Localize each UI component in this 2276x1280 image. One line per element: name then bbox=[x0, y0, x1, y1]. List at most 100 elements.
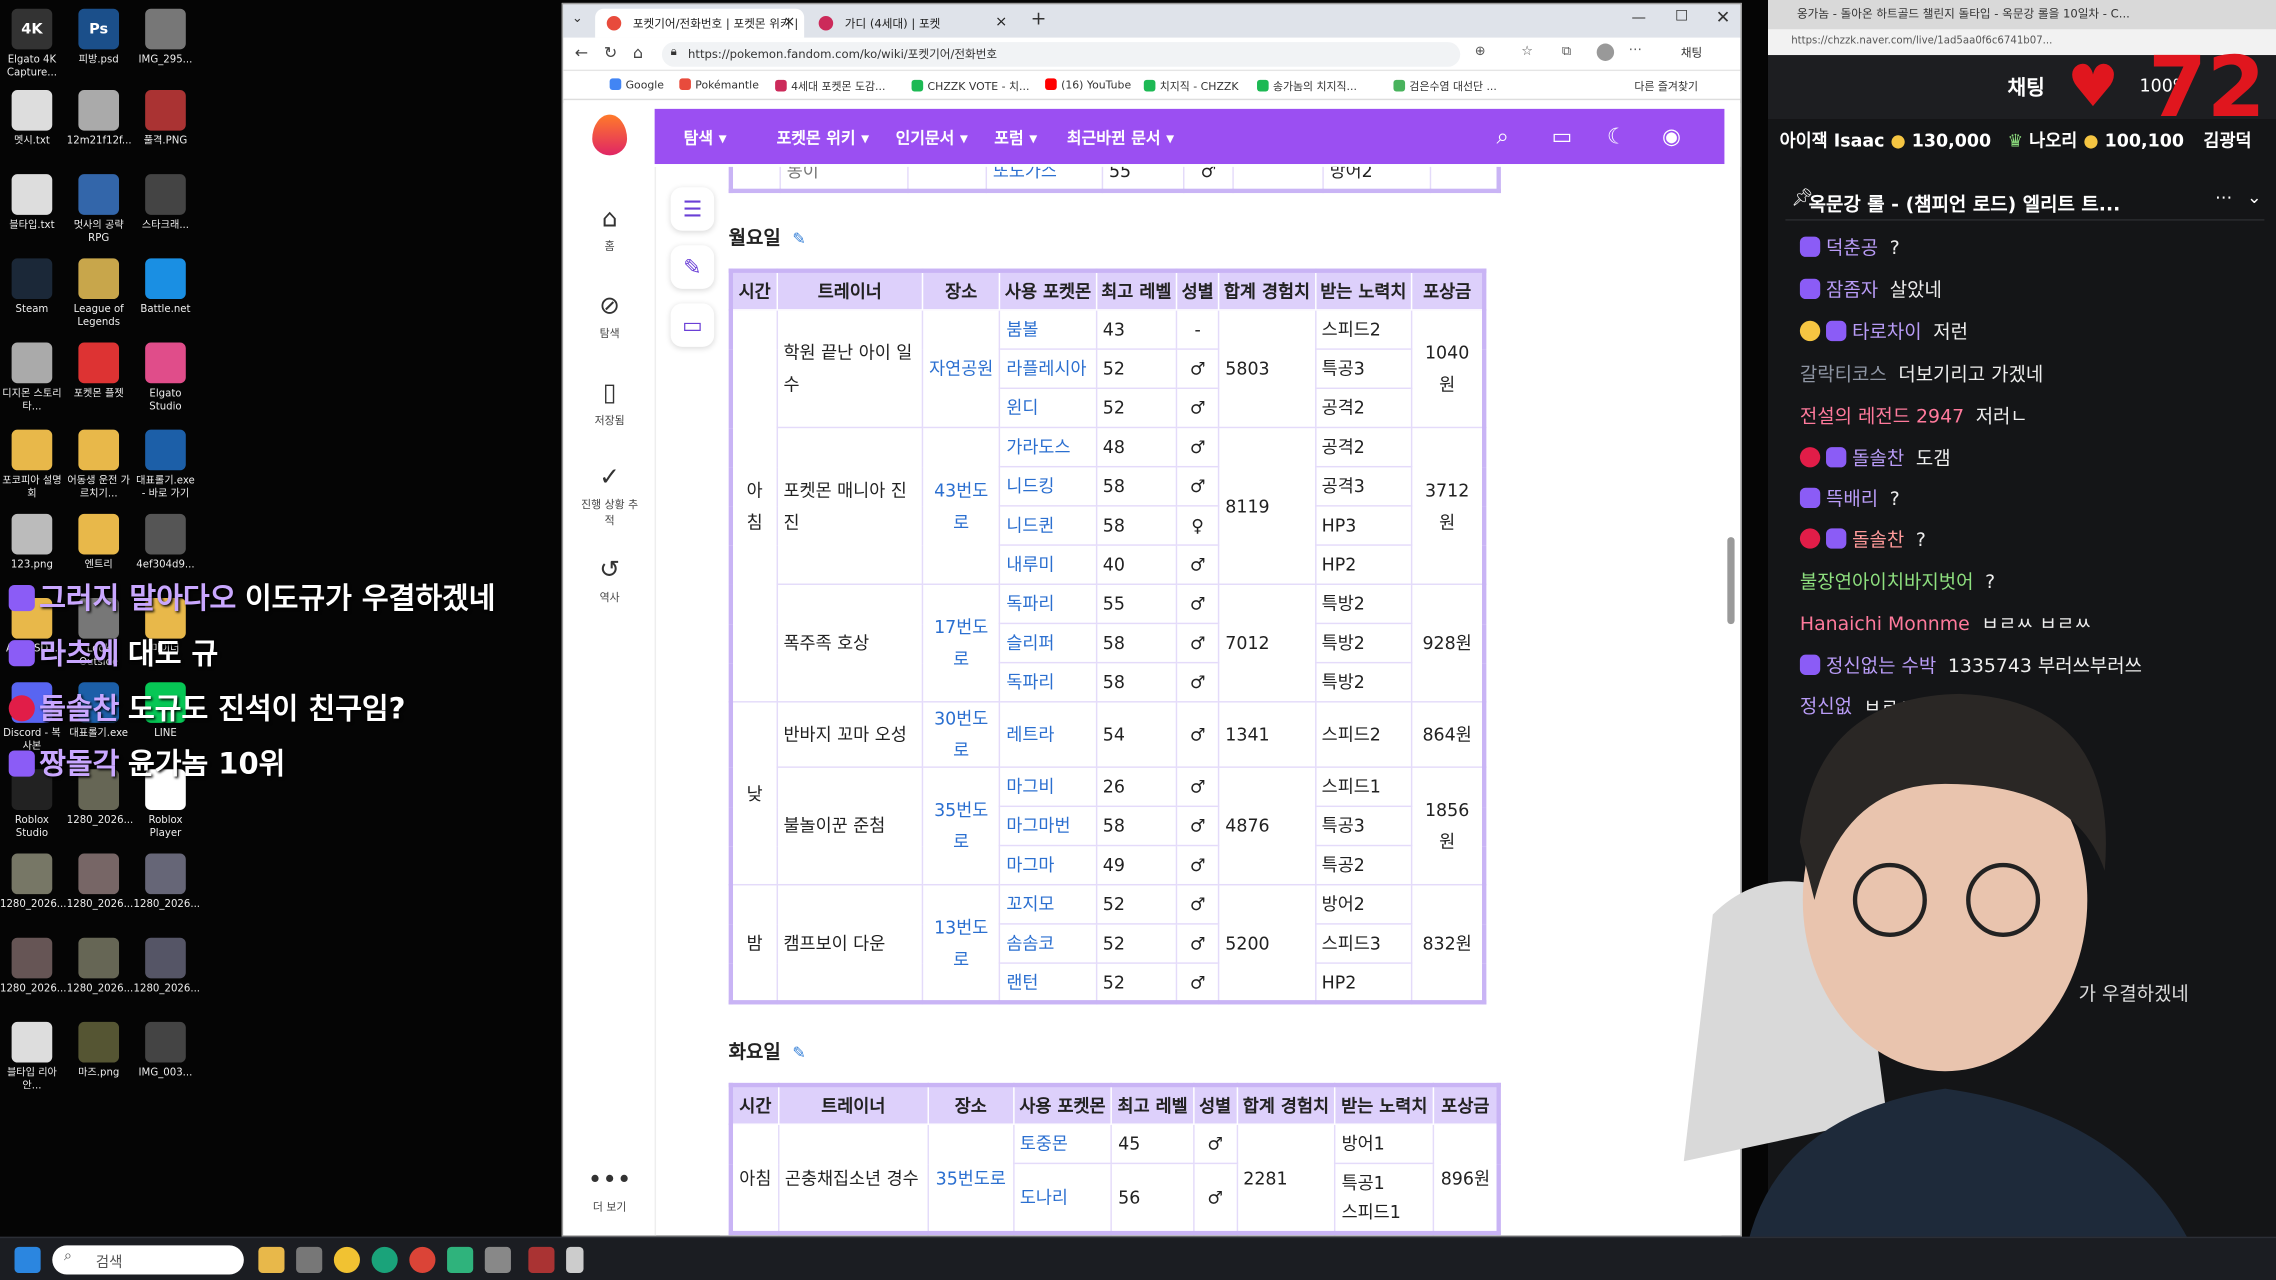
pokemon-link[interactable]: 도나리 bbox=[1012, 1162, 1113, 1234]
tab-pokewiki[interactable]: 포켓기어/전화번호 | 포켓몬 위키 | × bbox=[595, 8, 805, 38]
pokemon-link[interactable]: 레트라 bbox=[999, 701, 1097, 768]
place-link[interactable]: 17번도로 bbox=[921, 583, 1001, 703]
desktop-icon[interactable]: 1280_2026... bbox=[134, 937, 200, 996]
app-icon[interactable] bbox=[447, 1246, 474, 1273]
desktop-icon[interactable]: League of Legends bbox=[67, 258, 131, 329]
desktop-icon[interactable]: 스타크래... bbox=[134, 174, 198, 232]
desktop-icon[interactable]: IMG_295... bbox=[134, 8, 198, 67]
desktop-icon[interactable]: 블타입.txt bbox=[0, 174, 64, 232]
desktop-icon[interactable]: 대표롤기.exe - 바로 가기 bbox=[134, 429, 198, 501]
bookmark-item[interactable]: 송가놈의 치지직... bbox=[1257, 78, 1357, 94]
place-link[interactable]: 30번도로 bbox=[921, 701, 1001, 768]
pokemon-link[interactable]: 마그비 bbox=[999, 766, 1097, 808]
desktop-icon[interactable]: Battle.net bbox=[134, 258, 198, 316]
desktop-icon[interactable]: 마즈.png bbox=[67, 1021, 131, 1080]
desktop-icon[interactable]: 디지몬 스토리 타... bbox=[0, 342, 64, 414]
rail-more[interactable]: ••• 더 보기 bbox=[563, 1166, 656, 1215]
chat-nick[interactable]: 잠좀자 bbox=[1826, 280, 1878, 302]
desktop-icon[interactable]: 1280_2026... bbox=[67, 937, 133, 996]
more-icon[interactable]: ⋯ bbox=[1629, 44, 1642, 59]
pokemon-link[interactable]: 독파리 bbox=[999, 661, 1097, 703]
desktop-icon[interactable]: 어동생 운전 가르치기... bbox=[67, 429, 131, 501]
chat-nick[interactable]: 전설의 레전드 2947 bbox=[1800, 406, 1964, 428]
chat-nick[interactable]: Hanaichi Monnme bbox=[1800, 614, 1970, 636]
nav-pokewiki[interactable]: 포켓몬 위키 ▾ bbox=[777, 126, 870, 149]
edge-icon[interactable] bbox=[371, 1246, 398, 1273]
chat-nick[interactable]: 덕춘공 bbox=[1826, 238, 1878, 260]
edit-icon[interactable]: ✎ bbox=[670, 245, 715, 289]
minimize-icon[interactable]: — bbox=[1632, 10, 1647, 26]
desktop-icon[interactable]: 123.png bbox=[0, 513, 64, 572]
nav-popular[interactable]: 인기문서 ▾ bbox=[896, 126, 968, 149]
profile-avatar[interactable] bbox=[1596, 43, 1615, 61]
pokemon-link[interactable]: 꼬지모 bbox=[999, 883, 1097, 925]
bookmark-page-icon[interactable]: ▭ bbox=[670, 303, 715, 347]
edit-section-icon[interactable]: ✎ bbox=[792, 229, 805, 248]
tab-gardie[interactable]: 가디 (4세대) | 포켓 × bbox=[807, 9, 1016, 38]
desktop-icon[interactable]: 4K Elgato 4K Capture... bbox=[0, 8, 64, 80]
place-link[interactable]: 35번도로 bbox=[921, 766, 1001, 886]
app-icon[interactable] bbox=[566, 1246, 584, 1273]
search-icon[interactable]: ⌕ bbox=[1497, 123, 1509, 149]
home-icon[interactable]: ⌂ bbox=[633, 44, 643, 63]
refresh-icon[interactable]: ↻ bbox=[604, 44, 617, 63]
place-link[interactable]: 43번도로 bbox=[921, 426, 1001, 585]
discussions-icon[interactable]: ▭ bbox=[1552, 123, 1573, 149]
desktop-icon[interactable]: 4ef304d9... bbox=[134, 513, 198, 572]
desktop-icon[interactable]: 1280_2026... bbox=[134, 853, 200, 912]
toc-icon[interactable]: ☰ bbox=[670, 187, 715, 231]
close-tab-icon[interactable]: × bbox=[995, 15, 1007, 31]
bookmark-item[interactable]: 검은수염 대선단 ... bbox=[1393, 78, 1497, 94]
desktop-icon[interactable]: 1280_2026... bbox=[0, 853, 66, 912]
page-scrollbar[interactable] bbox=[1727, 537, 1735, 625]
pokemon-link[interactable]: 붐볼 bbox=[999, 309, 1097, 350]
chat-nick[interactable]: 정신없는 수박 bbox=[1826, 656, 1936, 678]
desktop-icon[interactable]: 멋사의 공략 RPG bbox=[67, 174, 131, 245]
pokemon-cell[interactable]: 또도가스 bbox=[985, 166, 1104, 192]
desktop-icon[interactable]: 멧시.txt bbox=[0, 89, 64, 148]
pokemon-link[interactable]: 니드퀸 bbox=[999, 505, 1097, 546]
zoom-icon[interactable]: ⊕ bbox=[1475, 45, 1486, 60]
desktop-icon[interactable]: 포켓몬 플젯 bbox=[67, 342, 131, 401]
bookmark-item[interactable]: Pokémantle bbox=[679, 78, 759, 91]
edit-section-icon[interactable]: ✎ bbox=[792, 1044, 805, 1063]
desktop-icon[interactable]: 포코피아 설명회 bbox=[0, 429, 64, 501]
desktop-icon[interactable]: 풀격.PNG bbox=[134, 89, 198, 148]
app-icon[interactable] bbox=[528, 1246, 555, 1273]
user-icon[interactable]: ◉ bbox=[1662, 123, 1681, 149]
chat-button[interactable]: 채팅 bbox=[1681, 45, 1702, 61]
pinned-message[interactable]: 옥문강 롤 - (챔피언 로드) 엘리트 트... 📌︎ ⋯ ⌄ bbox=[1785, 180, 2265, 221]
app-icon[interactable] bbox=[484, 1246, 511, 1273]
place-link[interactable]: 35번도로 bbox=[927, 1123, 1015, 1234]
pokemon-link[interactable]: 마그마 bbox=[999, 844, 1097, 886]
close-tab-icon[interactable]: × bbox=[783, 15, 795, 31]
theme-icon[interactable]: ☾ bbox=[1607, 123, 1627, 149]
nav-recent[interactable]: 최근바뀐 문서 ▾ bbox=[1067, 126, 1174, 149]
rail-saved[interactable]: ▯ 저장됨 bbox=[563, 379, 656, 428]
chrome-icon[interactable] bbox=[409, 1246, 436, 1273]
close-window-icon[interactable]: ✕ bbox=[1716, 7, 1731, 27]
rail-history[interactable]: ↺ 역사 bbox=[563, 556, 656, 605]
pokemon-link[interactable]: 라플레시아 bbox=[999, 348, 1097, 390]
pokemon-link[interactable]: 토중몬 bbox=[1012, 1123, 1113, 1165]
desktop-icon[interactable]: 엔트리 bbox=[67, 513, 131, 572]
rail-home[interactable]: ⌂ 홈 bbox=[563, 205, 656, 254]
chevron-down-icon[interactable]: ⌄ bbox=[2247, 187, 2262, 207]
place-link[interactable]: 자연공원 bbox=[921, 309, 1001, 429]
pokemon-link[interactable]: 랜턴 bbox=[999, 962, 1097, 1004]
bookmark-item[interactable]: Google bbox=[609, 78, 664, 91]
pokemon-link[interactable]: 내루미 bbox=[999, 544, 1097, 585]
maximize-icon[interactable]: ☐ bbox=[1675, 9, 1688, 25]
desktop-icon[interactable]: Ps 피방.psd bbox=[67, 8, 131, 67]
chat-nick[interactable]: 돌솔찬 bbox=[1852, 530, 1904, 552]
pokemon-link[interactable]: 슬리퍼 bbox=[999, 622, 1097, 664]
desktop-icon[interactable]: IMG_003... bbox=[134, 1021, 198, 1080]
pokemon-link[interactable]: 마그마번 bbox=[999, 805, 1097, 847]
start-icon[interactable] bbox=[14, 1246, 41, 1273]
pokemon-link[interactable]: 가라도스 bbox=[999, 426, 1097, 468]
rail-explore[interactable]: ⊘ 탐색 bbox=[563, 292, 656, 341]
chat-nick[interactable]: 갈락티코스 bbox=[1800, 364, 1887, 386]
rail-progress[interactable]: ✓ 진행 상황 추적 bbox=[563, 463, 656, 528]
shield-icon[interactable] bbox=[296, 1246, 323, 1273]
bookmark-item[interactable]: 치지직 - CHZZK bbox=[1143, 78, 1239, 94]
